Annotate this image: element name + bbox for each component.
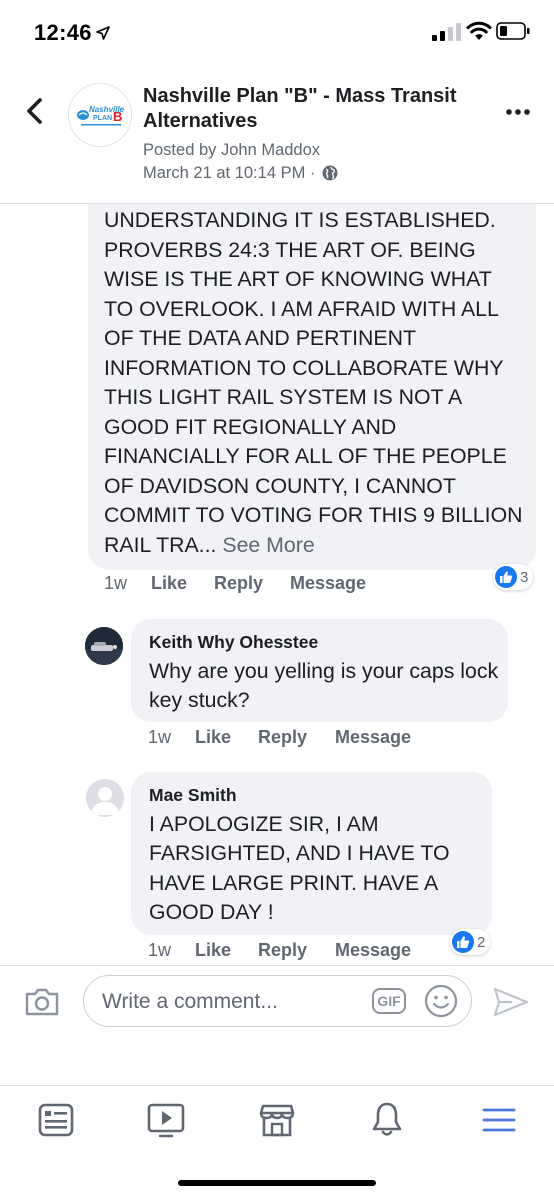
svg-text:B: B [113,109,122,124]
marketplace-icon[interactable] [257,1100,297,1140]
post-date-text: March 21 at 10:14 PM · [143,164,316,182]
battery-icon [496,22,530,40]
reaction-badge[interactable]: 2 [450,929,491,955]
comment-composer: Write a comment... GIF [0,965,554,1085]
cellular-signal-icon [432,23,461,41]
svg-text:PLAN: PLAN [93,115,112,122]
like-button[interactable]: Like [195,727,231,748]
status-bar: 12:46 [0,0,554,70]
like-reaction-icon [495,566,517,588]
comment-time: 1w [148,727,172,747]
reply-bubble: Keith Why Ohesstee Why are you yelling i… [131,619,508,722]
posted-by[interactable]: Posted by John Maddox [143,141,320,160]
comment-bubble: UNDERSTANDING IT IS ESTABLISHED. PROVERB… [88,180,536,570]
more-options-icon[interactable] [505,108,531,116]
reply-bubble: Mae Smith I APOLOGIZE SIR, I AM FARSIGHT… [131,772,492,935]
post-header: Nashville PLAN B Nashville Plan "B" - Ma… [0,70,554,204]
comment-actions: 1w Like Reply Message [148,940,448,964]
message-button[interactable]: Message [335,727,411,748]
back-chevron-icon[interactable] [22,96,50,126]
reaction-count: 3 [520,568,529,586]
reaction-count: 2 [477,933,486,951]
location-arrow-icon [96,26,110,40]
like-button[interactable]: Like [151,573,187,594]
comment-actions: 1w Like Reply Message [104,573,404,597]
like-reaction-icon [452,931,474,953]
avatar[interactable] [86,779,124,817]
comment-author[interactable]: Keith Why Ohesstee [149,632,318,653]
comment-input[interactable]: Write a comment... GIF [83,975,472,1027]
comment-time: 1w [104,573,128,593]
watch-icon[interactable] [146,1100,186,1140]
avatar[interactable] [85,627,123,665]
like-button[interactable]: Like [195,940,231,961]
status-time: 12:46 [34,20,92,45]
send-icon[interactable] [492,986,530,1018]
reply-button[interactable]: Reply [214,573,263,594]
page-logo[interactable]: Nashville PLAN B [68,83,132,147]
default-avatar-icon [86,779,124,817]
reply-button[interactable]: Reply [258,727,307,748]
comment-actions: 1w Like Reply Message [148,727,448,751]
comment-input-placeholder: Write a comment... [102,990,278,1013]
comment-text: I APOLOGIZE SIR, I AM FARSIGHTED, AND I … [149,812,450,924]
notifications-icon[interactable] [367,1100,407,1140]
emoji-icon[interactable] [424,984,458,1018]
message-button[interactable]: Message [290,573,366,594]
post-date: March 21 at 10:14 PM · [143,164,338,183]
reply-button[interactable]: Reply [258,940,307,961]
comment-author[interactable]: Mae Smith [149,785,237,806]
comment-time: 1w [148,940,172,960]
reaction-badge[interactable]: 3 [493,564,534,590]
see-more-link[interactable]: See More [222,533,314,557]
comment-body: UNDERSTANDING IT IS ESTABLISHED. PROVERB… [104,208,523,557]
camera-icon[interactable] [24,986,60,1018]
menu-icon[interactable] [479,1100,519,1140]
wifi-icon [466,21,492,40]
home-indicator[interactable] [178,1180,376,1186]
news-feed-icon[interactable] [36,1100,76,1140]
globe-icon [322,165,338,181]
comment-text: UNDERSTANDING IT IS ESTABLISHED. PROVERB… [104,206,524,560]
nashville-plan-b-logo-icon: Nashville PLAN B [69,84,131,146]
page-name[interactable]: Nashville Plan "B" - Mass Transit Altern… [143,84,483,134]
comment-text: Why are you yelling is your caps lock ke… [149,659,499,713]
avatar-photo [85,627,123,665]
gif-icon[interactable]: GIF [372,988,406,1014]
message-button[interactable]: Message [335,940,411,961]
